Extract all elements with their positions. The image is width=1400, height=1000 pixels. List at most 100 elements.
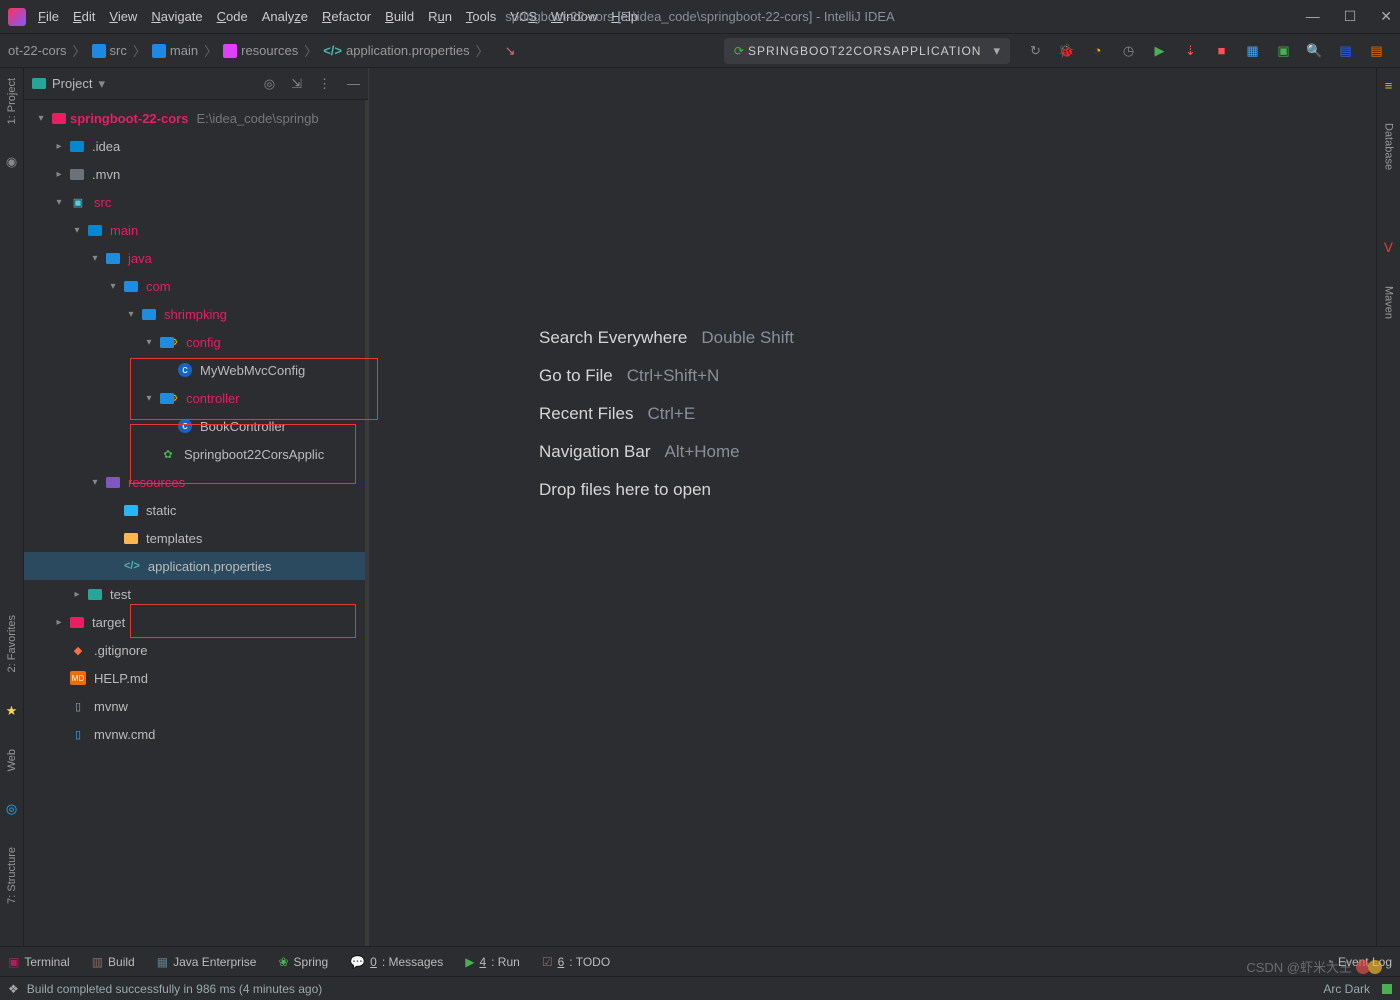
more-icon[interactable]: ⋮ <box>318 76 331 92</box>
rail-favorites[interactable]: 2: Favorites <box>6 615 18 672</box>
tree-item-mywebmvcconfig[interactable]: cMyWebMvcConfig <box>24 356 365 384</box>
tree-item-templates[interactable]: templates <box>24 524 365 552</box>
bc-file[interactable]: application.properties <box>346 43 470 58</box>
tree-item-resources[interactable]: ▾resources <box>24 468 365 496</box>
hide-icon[interactable]: — <box>347 76 360 92</box>
bc-src[interactable]: src <box>110 43 127 58</box>
tree-item--idea[interactable]: ▸.idea <box>24 132 365 160</box>
bt-java-enterprise[interactable]: ▦Java Enterprise <box>157 955 257 969</box>
attach-icon[interactable]: ↘ <box>505 43 516 59</box>
bc-resources[interactable]: resources <box>241 43 298 58</box>
tree-item-mvnw[interactable]: ▯mvnw <box>24 692 365 720</box>
status-indicator-icon <box>1382 984 1392 994</box>
menu-file[interactable]: File <box>38 9 59 24</box>
chevron-down-icon: ▾ <box>993 43 1000 59</box>
menu-view[interactable]: View <box>109 9 137 24</box>
props-icon: </> <box>323 43 342 58</box>
ext1-icon[interactable]: ▤ <box>1338 43 1353 58</box>
theme-name[interactable]: Arc Dark <box>1323 982 1370 996</box>
run-icon[interactable]: ▶ <box>1152 43 1167 58</box>
maven-icon[interactable]: Ⅴ <box>1384 240 1393 256</box>
rail-maven[interactable]: Maven <box>1383 286 1395 319</box>
bt-todo[interactable]: ☑6: TODO <box>542 955 610 969</box>
hint-gotofile: Go to File Ctrl+Shift+N <box>539 366 719 386</box>
tree-item-com[interactable]: ▾com <box>24 272 365 300</box>
collapse-icon[interactable]: ⇲ <box>291 76 302 92</box>
sidebar-header: Project ▾ ◎ ⇲ ⋮ — <box>24 68 368 100</box>
stop-icon[interactable]: ■ <box>1214 43 1229 58</box>
hint-drop: Drop files here to open <box>539 480 711 500</box>
spring-icon: ⟳ <box>734 44 744 58</box>
close-icon[interactable]: ✕ <box>1380 8 1392 25</box>
database-icon[interactable]: ≡ <box>1385 78 1393 93</box>
window-controls: — ☐ ✕ <box>1306 8 1392 25</box>
rail-web[interactable]: Web <box>6 749 18 771</box>
tree-item-static[interactable]: static <box>24 496 365 524</box>
status-message: Build completed successfully in 986 ms (… <box>27 982 322 996</box>
chevron-down-icon[interactable]: ▾ <box>98 76 105 92</box>
tree-item--mvn[interactable]: ▸.mvn <box>24 160 365 188</box>
search-icon[interactable]: 🔍 <box>1307 43 1322 58</box>
bc-main[interactable]: main <box>170 43 198 58</box>
bc-project[interactable]: ot-22-cors <box>8 43 67 58</box>
right-tool-rail: ≡ Database Ⅴ Maven <box>1376 68 1400 946</box>
app-logo-icon <box>8 8 26 26</box>
project-tree[interactable]: ▾ springboot-22-cors E:\idea_code\spring… <box>24 100 368 946</box>
toolbar-actions: ↻ 🐞 ◔ ◷ ▶ ⇣ ■ ▦ ▣ 🔍 ▤ ▤ <box>1028 43 1384 58</box>
menu-build[interactable]: Build <box>385 9 414 24</box>
tree-item--gitignore[interactable]: ◆.gitignore <box>24 636 365 664</box>
debug-icon[interactable]: 🐞 <box>1059 43 1074 58</box>
refresh-icon[interactable]: ↻ <box>1028 43 1043 58</box>
tree-item-mvnw-cmd[interactable]: ▯mvnw.cmd <box>24 720 365 748</box>
layers-icon[interactable]: ❖ <box>8 982 19 996</box>
watermark: CSDN @虾米大王 <box>1246 957 1382 976</box>
rail-project[interactable]: 1: Project <box>6 78 18 124</box>
rail-structure[interactable]: 7: Structure <box>6 847 18 904</box>
menu-navigate[interactable]: Navigate <box>151 9 202 24</box>
run-config-selector[interactable]: ⟳ SPRINGBOOT22CORSAPPLICATION ▾ <box>724 38 1010 64</box>
tree-root[interactable]: ▾ springboot-22-cors E:\idea_code\spring… <box>24 104 365 132</box>
tree-item-bookcontroller[interactable]: cBookController <box>24 412 365 440</box>
hint-navbar: Navigation Bar Alt+Home <box>539 442 740 462</box>
hint-search: Search Everywhere Double Shift <box>539 328 794 348</box>
title-bar: File Edit View Navigate Code Analyze Ref… <box>0 0 1400 34</box>
bt-terminal[interactable]: ▣Terminal <box>8 955 70 969</box>
ext2-icon[interactable]: ▤ <box>1369 43 1384 58</box>
menu-edit[interactable]: Edit <box>73 9 95 24</box>
bt-messages[interactable]: 💬0: Messages <box>350 955 443 969</box>
bt-run[interactable]: ▶4: Run <box>465 955 520 969</box>
target-icon[interactable]: ◎ <box>264 76 275 92</box>
tree-item-springboot22corsapplic[interactable]: ✿Springboot22CorsApplic <box>24 440 365 468</box>
terminal-icon[interactable]: ▣ <box>1276 43 1291 58</box>
menu-tools[interactable]: Tools <box>466 9 496 24</box>
attach-debug-icon[interactable]: ⇣ <box>1183 43 1198 58</box>
tree-item-application-properties[interactable]: </>application.properties <box>24 552 365 580</box>
tree-item-target[interactable]: ▸target <box>24 608 365 636</box>
menu-code[interactable]: Code <box>217 9 248 24</box>
maximize-icon[interactable]: ☐ <box>1344 8 1357 25</box>
profile-icon[interactable]: ◷ <box>1121 43 1136 58</box>
globe-icon[interactable]: ◉ <box>6 154 17 170</box>
run-config-name: SPRINGBOOT22CORSAPPLICATION <box>748 44 982 58</box>
layout-icon[interactable]: ▦ <box>1245 43 1260 58</box>
tree-item-help-md[interactable]: MDHELP.md <box>24 664 365 692</box>
hint-recent: Recent Files Ctrl+E <box>539 404 695 424</box>
sidebar-title[interactable]: Project <box>52 76 92 91</box>
bt-spring[interactable]: ❀Spring <box>278 955 328 969</box>
tree-item-test[interactable]: ▸test <box>24 580 365 608</box>
menu-refactor[interactable]: Refactor <box>322 9 371 24</box>
menu-analyze[interactable]: Analyze <box>262 9 308 24</box>
root-name: springboot-22-cors <box>70 111 188 126</box>
bt-build[interactable]: ▥Build <box>92 955 135 969</box>
tree-item-shrimpking[interactable]: ▾shrimpking <box>24 300 365 328</box>
minimize-icon[interactable]: — <box>1306 8 1320 25</box>
rail-database[interactable]: Database <box>1383 123 1395 170</box>
tree-item-java[interactable]: ▾java <box>24 244 365 272</box>
menu-run[interactable]: Run <box>428 9 452 24</box>
tree-item-config[interactable]: ▾⚙config <box>24 328 365 356</box>
coverage-icon[interactable]: ◔ <box>1090 43 1105 58</box>
breadcrumb[interactable]: ot-22-cors〉 src〉 main〉 resources〉 </> ap… <box>8 41 516 60</box>
tree-item-controller[interactable]: ▾⚙controller <box>24 384 365 412</box>
tree-item-src[interactable]: ▾▣src <box>24 188 365 216</box>
tree-item-main[interactable]: ▾main <box>24 216 365 244</box>
